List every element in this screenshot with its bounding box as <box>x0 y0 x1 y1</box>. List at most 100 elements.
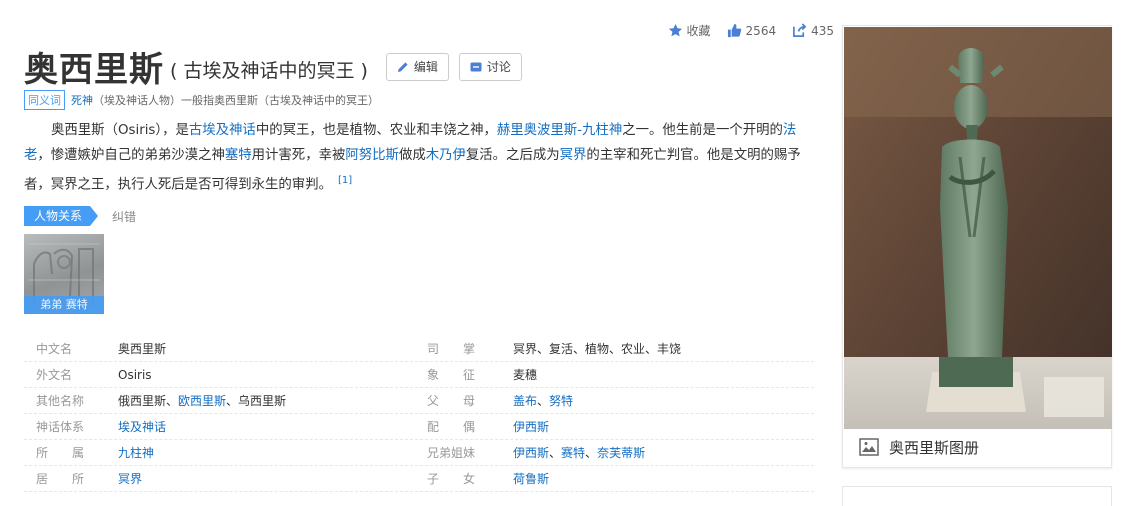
info-label: 所 属 <box>36 446 85 460</box>
synonym-row: 同义词 死神 （埃及神话人物）一般指奥西里斯（古埃及神话中的冥王） <box>24 90 379 110</box>
discuss-icon <box>470 62 482 71</box>
tab-relations[interactable]: 人物关系 <box>24 206 99 226</box>
summary-link-underworld[interactable]: 冥界 <box>560 148 587 163</box>
info-value: 九柱神 <box>118 444 154 461</box>
osiris-statue-image[interactable] <box>844 27 1112 429</box>
table-row: 所 属九柱神 兄弟姐妹 伊西斯、赛特、奈芙蒂斯 <box>24 440 814 466</box>
favorite-label: 收藏 <box>686 24 711 38</box>
info-cell-left: 所 属 九柱神 <box>24 444 419 461</box>
info-value-text: 麦穗 <box>513 368 538 382</box>
info-cell-left: 外文名 Osiris <box>24 366 419 383</box>
info-cell-right: 司 掌 冥界、复活、植物、农业、丰饶 <box>419 340 814 357</box>
summary-seg-6: ，惨遭嫉妒自己的弟弟沙漠之神 <box>37 148 225 163</box>
summary-seg-2: 中的冥王，也是植物、农业和丰饶之神， <box>255 123 497 138</box>
info-value-link[interactable]: 伊西斯 <box>513 420 549 434</box>
info-label: 中文名 <box>36 342 73 356</box>
relation-tabs: 人物关系 纠错 <box>24 206 136 226</box>
info-value: 奥西里斯 <box>118 340 166 357</box>
info-value-link[interactable]: 伊西斯 <box>513 446 549 460</box>
info-value-link[interactable]: 奈芙蒂斯 <box>597 446 645 460</box>
info-label: 居 所 <box>36 472 85 486</box>
info-cell-right: 父 母 盖布、努特 <box>419 392 814 409</box>
info-label: 神话体系 <box>36 420 85 434</box>
like-button[interactable]: 2564 <box>727 23 777 38</box>
info-value-link[interactable]: 努特 <box>549 394 573 408</box>
info-label: 子 女 <box>427 472 476 486</box>
info-cell-left: 神话体系 埃及神话 <box>24 418 419 435</box>
info-value-link[interactable]: 欧西里斯 <box>178 394 226 408</box>
gallery-icon <box>859 438 879 456</box>
info-value: 俄西里斯、欧西里斯、乌西里斯 <box>118 392 286 409</box>
summary-seg-12: 复活。之后成为 <box>465 148 560 163</box>
info-value: 冥界 <box>118 470 142 487</box>
info-value-text: 、 <box>585 446 598 460</box>
info-value: 盖布、努特 <box>513 392 573 409</box>
tab-correction[interactable]: 纠错 <box>112 208 136 225</box>
title-row: 奥西里斯 ( 古埃及神话中的冥王 ) 编辑 讨论 <box>24 42 522 91</box>
edit-label: 编辑 <box>413 60 438 74</box>
info-label: 兄弟姐妹 <box>427 446 476 460</box>
info-value-text: 冥界、复活、植物、农业、丰饶 <box>513 342 682 356</box>
reference-link[interactable]: [1] <box>338 175 352 186</box>
info-value-link[interactable]: 埃及神话 <box>118 420 166 434</box>
summary-seg-8: 用计害死，幸被 <box>251 148 346 163</box>
info-value: 冥界、复活、植物、农业、丰饶 <box>513 340 681 357</box>
info-value-link[interactable]: 冥界 <box>118 472 142 486</box>
info-value-link[interactable]: 盖布 <box>513 394 537 408</box>
basic-info-table: 中文名 奥西里斯 司 掌 冥界、复活、植物、农业、丰饶 外文名 Osiris 象 征 麦穗其他… <box>24 336 814 492</box>
info-cell-left: 居 所 冥界 <box>24 470 419 487</box>
synonym-text: （埃及神话人物）一般指奥西里斯（古埃及神话中的冥王） <box>93 94 379 107</box>
info-cell-right: 配 偶 伊西斯 <box>419 418 814 435</box>
summary-link-mummy[interactable]: 木乃伊 <box>426 148 466 163</box>
info-cell-left: 中文名 奥西里斯 <box>24 340 419 357</box>
info-value: 伊西斯 <box>513 418 549 435</box>
summary-seg-4: 之一。他生前是一个开明的 <box>622 123 783 138</box>
summary-link-anubis[interactable]: 阿努比斯 <box>345 148 399 163</box>
share-button[interactable]: 435 <box>792 23 834 38</box>
summary-link-egypt-myth[interactable]: 古埃及神话 <box>189 123 256 138</box>
info-cell-right: 兄弟姐妹 伊西斯、赛特、奈芙蒂斯 <box>419 444 814 461</box>
summary-link-set[interactable]: 塞特 <box>225 148 252 163</box>
like-count: 2564 <box>745 23 777 38</box>
discuss-button[interactable]: 讨论 <box>458 52 522 81</box>
relation-card-caption: 弟弟 赛特 <box>24 296 104 314</box>
info-label: 配 偶 <box>427 420 476 434</box>
info-value-link[interactable]: 九柱神 <box>118 446 154 460</box>
synonym-link[interactable]: 死神 <box>71 92 93 108</box>
summary-seg-10: 做成 <box>398 148 426 163</box>
info-value: 麦穗 <box>513 366 537 383</box>
pencil-icon <box>397 61 408 72</box>
info-value-text: 、 <box>537 394 550 408</box>
info-value-text: 、 <box>166 394 179 408</box>
table-row: 中文名 奥西里斯 司 掌 冥界、复活、植物、农业、丰饶 <box>24 336 814 362</box>
edit-button[interactable]: 编辑 <box>385 52 449 81</box>
info-label: 父 母 <box>427 394 476 408</box>
info-cell-right: 子 女 荷鲁斯 <box>419 470 814 487</box>
page-subtitle: ( 古埃及神话中的冥王 ) <box>170 60 368 82</box>
info-value-link[interactable]: 赛特 <box>561 446 585 460</box>
info-label: 其他名称 <box>36 394 85 408</box>
summary-seg-0: 奥西里斯（Osiris），是 <box>51 123 189 138</box>
favorite-button[interactable]: 收藏 <box>668 22 711 39</box>
info-value: 荷鲁斯 <box>513 470 549 487</box>
synonym-badge: 同义词 <box>24 90 65 110</box>
summary-paragraph: 奥西里斯（Osiris），是古埃及神话中的冥王，也是植物、农业和丰饶之神，赫里奥… <box>24 118 814 197</box>
info-label: 象 征 <box>427 368 476 382</box>
thumbs-up-icon <box>727 23 741 38</box>
table-row: 外文名 Osiris 象 征 麦穗 <box>24 362 814 388</box>
table-row: 神话体系 埃及神话 配 偶 伊西斯 <box>24 414 814 440</box>
share-count: 435 <box>811 23 834 38</box>
info-value: 埃及神话 <box>118 418 166 435</box>
info-value-text: 、乌西里斯 <box>226 394 287 408</box>
album-footer[interactable]: 奥西里斯图册 <box>843 427 1111 467</box>
page-title: 奥西里斯 <box>24 50 164 90</box>
info-value: 伊西斯、赛特、奈芙蒂斯 <box>513 444 645 461</box>
info-label: 外文名 <box>36 368 73 382</box>
album-card[interactable]: 奥西里斯图册 <box>842 25 1112 468</box>
info-value-text: 奥西里斯 <box>118 342 167 356</box>
relation-card-set[interactable]: 弟弟 赛特 <box>24 234 104 314</box>
info-value-link[interactable]: 荷鲁斯 <box>513 472 549 486</box>
table-row: 其他名称 俄西里斯、欧西里斯、乌西里斯父 母盖布、努特 <box>24 388 814 414</box>
summary-link-ennead[interactable]: 赫里奥波里斯-九柱神 <box>497 123 622 138</box>
album-caption: 奥西里斯图册 <box>889 438 980 457</box>
